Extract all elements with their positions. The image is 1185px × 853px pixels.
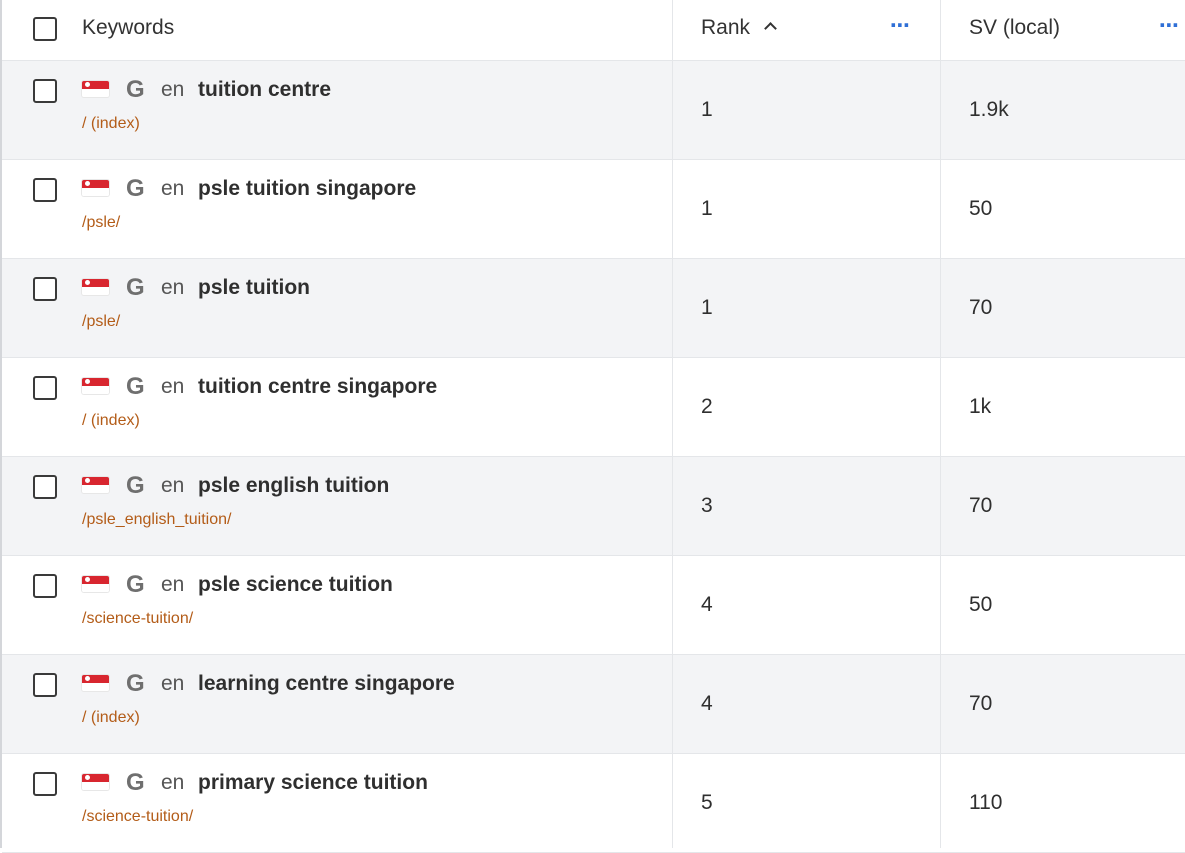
- rank-value: 1: [701, 98, 713, 121]
- google-icon: G: [126, 76, 145, 103]
- column-divider: [940, 0, 941, 848]
- ranking-url[interactable]: /science-tuition/: [82, 807, 193, 827]
- table-row[interactable]: Gen psle tuition/psle/1 70: [2, 259, 1185, 358]
- table-row[interactable]: Gen tuition centre singapore / (index) 2 1k: [2, 358, 1185, 457]
- row-checkbox[interactable]: [33, 574, 57, 598]
- ranking-url[interactable]: /psle/: [82, 312, 120, 332]
- singapore-flag-icon: [82, 774, 109, 790]
- language-code: en: [161, 375, 185, 398]
- language-code: en: [161, 672, 185, 695]
- row-checkbox[interactable]: [33, 277, 57, 301]
- row-checkbox[interactable]: [33, 178, 57, 202]
- ranking-url[interactable]: / (index): [82, 411, 140, 431]
- column-divider: [672, 0, 673, 848]
- row-checkbox[interactable]: [33, 376, 57, 400]
- search-volume-value: 70: [969, 296, 993, 319]
- singapore-flag-icon: [82, 576, 109, 592]
- singapore-flag-icon: [82, 81, 109, 97]
- row-checkbox[interactable]: [33, 772, 57, 796]
- keyword-text[interactable]: psle tuition singapore: [198, 176, 416, 202]
- ranking-url[interactable]: / (index): [82, 114, 140, 134]
- search-volume-value: 1k: [969, 395, 992, 418]
- keywords-table: Keywords Rank ⋯ SV (local) ⋯ Gen tuition …: [0, 0, 1185, 853]
- language-code: en: [161, 177, 185, 200]
- table-row[interactable]: Gen psle tuition singapore/psle/1 50: [2, 160, 1185, 259]
- ranking-url[interactable]: /science-tuition/: [82, 609, 193, 629]
- keyword-text[interactable]: tuition centre singapore: [198, 374, 437, 400]
- search-volume-value: 70: [969, 494, 993, 517]
- singapore-flag-icon: [82, 378, 109, 394]
- select-all-checkbox[interactable]: [33, 17, 57, 41]
- ranking-url[interactable]: / (index): [82, 708, 140, 728]
- rank-value: 1: [701, 296, 713, 319]
- row-checkbox[interactable]: [33, 79, 57, 103]
- language-code: en: [161, 573, 185, 596]
- search-volume-value: 1.9k: [969, 98, 1009, 121]
- search-volume-value: 50: [969, 593, 993, 616]
- row-checkbox[interactable]: [33, 475, 57, 499]
- google-icon: G: [126, 571, 145, 598]
- sv-column-header[interactable]: SV (local): [969, 15, 1060, 41]
- google-icon: G: [126, 670, 145, 697]
- row-checkbox[interactable]: [33, 673, 57, 697]
- table-row[interactable]: Gen primary science tuition/science-tuiti…: [2, 754, 1185, 853]
- keyword-text[interactable]: primary science tuition: [198, 770, 428, 796]
- rank-value: 2: [701, 395, 713, 418]
- rank-value: 1: [701, 197, 713, 220]
- language-code: en: [161, 474, 185, 497]
- table-header: Keywords Rank ⋯ SV (local) ⋯: [2, 0, 1185, 61]
- rank-column-header[interactable]: Rank: [701, 15, 750, 41]
- search-volume-value: 50: [969, 197, 993, 220]
- google-icon: G: [126, 274, 145, 301]
- table-row[interactable]: Gen psle english tuition/psle_english_tui…: [2, 457, 1185, 556]
- rank-value: 4: [701, 692, 713, 715]
- google-icon: G: [126, 175, 145, 202]
- singapore-flag-icon: [82, 477, 109, 493]
- search-volume-value: 110: [969, 791, 1003, 814]
- ranking-url[interactable]: /psle_english_tuition/: [82, 510, 231, 530]
- language-code: en: [161, 771, 185, 794]
- google-icon: G: [126, 769, 145, 796]
- rank-value: 3: [701, 494, 713, 517]
- keyword-text[interactable]: learning centre singapore: [198, 671, 455, 697]
- keyword-text[interactable]: psle science tuition: [198, 572, 393, 598]
- chevron-up-icon[interactable]: [764, 22, 777, 35]
- sv-column-more-icon[interactable]: ⋯: [1159, 13, 1180, 38]
- rank-value: 5: [701, 791, 713, 814]
- singapore-flag-icon: [82, 675, 109, 691]
- ranking-url[interactable]: /psle/: [82, 213, 120, 233]
- rank-value: 4: [701, 593, 713, 616]
- table-row[interactable]: Gen tuition centre / (index) 1 1.9k: [2, 61, 1185, 160]
- table-row[interactable]: Gen psle science tuition/science-tuition/…: [2, 556, 1185, 655]
- keywords-column-header[interactable]: Keywords: [82, 15, 174, 41]
- keyword-text[interactable]: psle english tuition: [198, 473, 389, 499]
- singapore-flag-icon: [82, 279, 109, 295]
- keyword-text[interactable]: psle tuition: [198, 275, 310, 301]
- singapore-flag-icon: [82, 180, 109, 196]
- language-code: en: [161, 276, 185, 299]
- search-volume-value: 70: [969, 692, 993, 715]
- rank-column-more-icon[interactable]: ⋯: [890, 13, 911, 38]
- table-row[interactable]: Gen learning centre singapore / (index) 4 70: [2, 655, 1185, 754]
- google-icon: G: [126, 472, 145, 499]
- language-code: en: [161, 78, 185, 101]
- google-icon: G: [126, 373, 145, 400]
- keyword-text[interactable]: tuition centre: [198, 77, 331, 103]
